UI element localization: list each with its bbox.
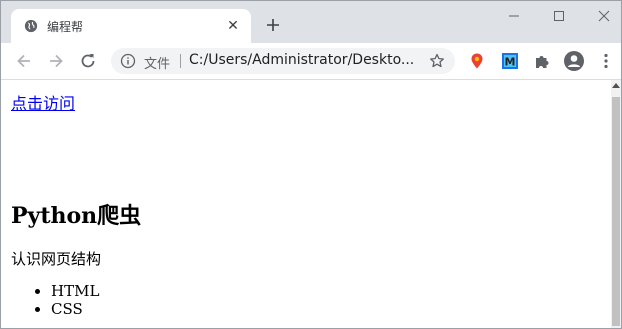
vertical-scrollbar[interactable]	[611, 80, 621, 328]
scheme-label: 文件	[144, 57, 171, 72]
map-pin-extension-icon[interactable]	[468, 52, 486, 70]
page-heading: Python爬虫	[11, 203, 142, 229]
m-extension-label: M	[505, 56, 516, 69]
tab-close-icon[interactable]: ✕	[225, 18, 241, 34]
scroll-up-arrow-icon[interactable]	[612, 83, 620, 88]
account-circle-icon[interactable]	[563, 50, 585, 72]
close-icon[interactable]	[593, 7, 615, 25]
browser-toolbar: 文件 C:/Users/Administrator/Deskto... M	[1, 43, 621, 80]
page-viewport: 点击访问 Python爬虫 认识网页结构 HTML CSS	[1, 80, 611, 328]
info-icon[interactable]	[120, 53, 136, 69]
star-icon[interactable]	[428, 52, 446, 70]
m-extension-icon[interactable]: M	[501, 52, 519, 70]
url-text[interactable]: C:/Users/Administrator/Deskto...	[189, 52, 421, 68]
omnibox-divider	[180, 54, 181, 68]
puzzle-extensions-icon[interactable]	[533, 52, 551, 70]
tab-title: 编程帮	[47, 20, 84, 34]
list-item: CSS	[51, 300, 99, 318]
maximize-icon[interactable]	[548, 7, 570, 25]
browser-window: 编程帮 ✕ 文件 C:/Users/Administrator/Deskto..…	[0, 0, 622, 329]
forward-arrow-icon[interactable]	[46, 51, 66, 71]
address-bar[interactable]: 文件 C:/Users/Administrator/Deskto...	[111, 48, 455, 74]
minimize-icon[interactable]	[503, 7, 525, 25]
kebab-menu-icon[interactable]	[599, 52, 613, 70]
browser-tab[interactable]: 编程帮 ✕	[11, 9, 251, 43]
visit-link[interactable]: 点击访问	[11, 90, 75, 114]
reload-icon[interactable]	[78, 51, 98, 71]
list-item: HTML	[51, 282, 99, 300]
scrollbar-thumb[interactable]	[612, 97, 620, 326]
new-tab-plus-icon[interactable]	[263, 15, 283, 35]
back-arrow-icon[interactable]	[14, 51, 34, 71]
tab-strip: 编程帮 ✕	[1, 1, 621, 43]
page-list: HTML CSS	[11, 282, 99, 318]
globe-icon	[24, 19, 38, 33]
page-paragraph: 认识网页结构	[11, 250, 102, 268]
